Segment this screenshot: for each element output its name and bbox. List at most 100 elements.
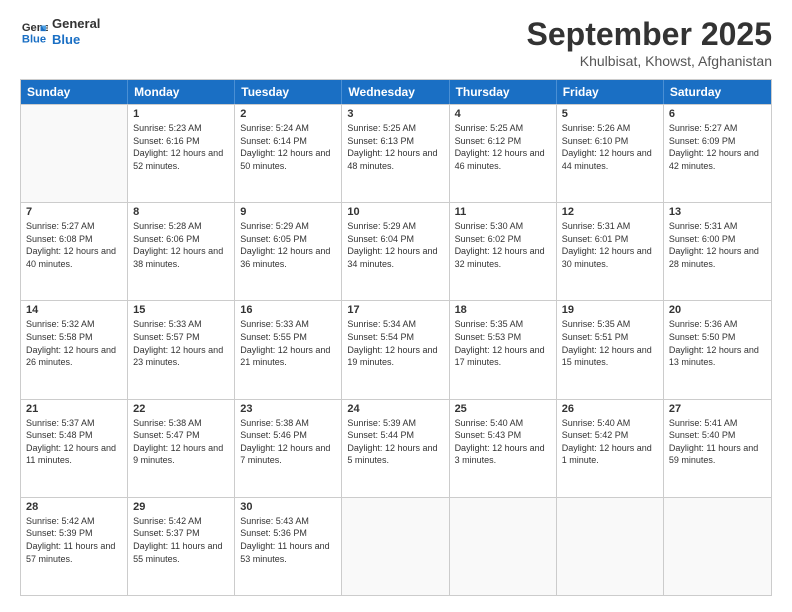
day-cell-15: 15 Sunrise: 5:33 AM Sunset: 5:57 PM Dayli… [128, 301, 235, 398]
calendar-header: Sunday Monday Tuesday Wednesday Thursday… [21, 80, 771, 104]
week-row-2: 7Sunrise: 5:27 AM Sunset: 6:08 PM Daylig… [21, 202, 771, 300]
calendar-body: 1 Sunrise: 5:23 AM Sunset: 6:16 PM Daylig… [21, 104, 771, 595]
day-info: Sunrise: 5:30 AM Sunset: 6:02 PM Dayligh… [455, 220, 551, 270]
day-cell-25: 25Sunrise: 5:40 AM Sunset: 5:43 PM Dayli… [450, 400, 557, 497]
day-number: 15 [133, 304, 229, 316]
day-cell-6: 6 Sunrise: 5:27 AM Sunset: 6:09 PM Daylig… [664, 105, 771, 202]
day-cell-18: 18Sunrise: 5:35 AM Sunset: 5:53 PM Dayli… [450, 301, 557, 398]
day-number: 28 [26, 501, 122, 513]
day-cell-19: 19Sunrise: 5:35 AM Sunset: 5:51 PM Dayli… [557, 301, 664, 398]
day-info: Sunrise: 5:37 AM Sunset: 5:48 PM Dayligh… [26, 417, 122, 467]
day-info: Sunrise: 5:42 AM Sunset: 5:39 PM Dayligh… [26, 515, 122, 565]
day-cell-24: 24 Sunrise: 5:39 AM Sunset: 5:44 PM Dayli… [342, 400, 449, 497]
day-info: Sunrise: 5:40 AM Sunset: 5:42 PM Dayligh… [562, 417, 658, 467]
day-number: 24 [347, 403, 443, 415]
day-info: Sunrise: 5:26 AM Sunset: 6:10 PM Dayligh… [562, 122, 658, 172]
day-info: Sunrise: 5:34 AM Sunset: 5:54 PM Dayligh… [347, 318, 443, 368]
day-info: Sunrise: 5:25 AM Sunset: 6:13 PM Dayligh… [347, 122, 443, 172]
day-number: 11 [455, 206, 551, 218]
calendar: Sunday Monday Tuesday Wednesday Thursday… [20, 79, 772, 596]
day-number: 21 [26, 403, 122, 415]
day-number: 1 [133, 108, 229, 120]
day-number: 7 [26, 206, 122, 218]
day-cell-32 [450, 498, 557, 595]
day-cell-20: 20 Sunrise: 5:36 AM Sunset: 5:50 PM Dayli… [664, 301, 771, 398]
day-info: Sunrise: 5:28 AM Sunset: 6:06 PM Dayligh… [133, 220, 229, 270]
week-row-1: 1 Sunrise: 5:23 AM Sunset: 6:16 PM Daylig… [21, 104, 771, 202]
day-info: Sunrise: 5:42 AM Sunset: 5:37 PM Dayligh… [133, 515, 229, 565]
header-saturday: Saturday [664, 80, 771, 104]
week-row-4: 21 Sunrise: 5:37 AM Sunset: 5:48 PM Dayli… [21, 399, 771, 497]
page: General Blue General Blue September 2025… [0, 0, 792, 612]
day-number: 8 [133, 206, 229, 218]
day-number: 12 [562, 206, 658, 218]
logo-blue: Blue [52, 32, 100, 48]
day-info: Sunrise: 5:29 AM Sunset: 6:04 PM Dayligh… [347, 220, 443, 270]
day-info: Sunrise: 5:36 AM Sunset: 5:50 PM Dayligh… [669, 318, 766, 368]
day-number: 29 [133, 501, 229, 513]
day-info: Sunrise: 5:38 AM Sunset: 5:46 PM Dayligh… [240, 417, 336, 467]
header-sunday: Sunday [21, 80, 128, 104]
day-number: 3 [347, 108, 443, 120]
day-cell-9: 9 Sunrise: 5:29 AM Sunset: 6:05 PM Daylig… [235, 203, 342, 300]
day-cell-26: 26Sunrise: 5:40 AM Sunset: 5:42 PM Dayli… [557, 400, 664, 497]
day-cell-34 [664, 498, 771, 595]
day-number: 10 [347, 206, 443, 218]
logo: General Blue General Blue [20, 16, 100, 47]
day-cell-1: 1 Sunrise: 5:23 AM Sunset: 6:16 PM Daylig… [128, 105, 235, 202]
day-cell-2: 2Sunrise: 5:24 AM Sunset: 6:14 PM Daylig… [235, 105, 342, 202]
day-cell-31 [342, 498, 449, 595]
day-info: Sunrise: 5:33 AM Sunset: 5:57 PM Dayligh… [133, 318, 229, 368]
header-tuesday: Tuesday [235, 80, 342, 104]
day-info: Sunrise: 5:24 AM Sunset: 6:14 PM Dayligh… [240, 122, 336, 172]
day-cell-0 [21, 105, 128, 202]
day-info: Sunrise: 5:27 AM Sunset: 6:09 PM Dayligh… [669, 122, 766, 172]
day-number: 6 [669, 108, 766, 120]
day-number: 27 [669, 403, 766, 415]
day-number: 30 [240, 501, 336, 513]
day-info: Sunrise: 5:32 AM Sunset: 5:58 PM Dayligh… [26, 318, 122, 368]
day-info: Sunrise: 5:29 AM Sunset: 6:05 PM Dayligh… [240, 220, 336, 270]
day-cell-30: 30 Sunrise: 5:43 AM Sunset: 5:36 PM Dayli… [235, 498, 342, 595]
logo-icon: General Blue [20, 18, 48, 46]
day-number: 14 [26, 304, 122, 316]
day-number: 16 [240, 304, 336, 316]
day-info: Sunrise: 5:25 AM Sunset: 6:12 PM Dayligh… [455, 122, 551, 172]
week-row-5: 28 Sunrise: 5:42 AM Sunset: 5:39 PM Dayli… [21, 497, 771, 595]
header-thursday: Thursday [450, 80, 557, 104]
day-info: Sunrise: 5:41 AM Sunset: 5:40 PM Dayligh… [669, 417, 766, 467]
day-info: Sunrise: 5:31 AM Sunset: 6:00 PM Dayligh… [669, 220, 766, 270]
day-info: Sunrise: 5:43 AM Sunset: 5:36 PM Dayligh… [240, 515, 336, 565]
day-cell-21: 21 Sunrise: 5:37 AM Sunset: 5:48 PM Dayli… [21, 400, 128, 497]
day-cell-16: 16Sunrise: 5:33 AM Sunset: 5:55 PM Dayli… [235, 301, 342, 398]
logo-general: General [52, 16, 100, 32]
day-cell-3: 3 Sunrise: 5:25 AM Sunset: 6:13 PM Daylig… [342, 105, 449, 202]
day-cell-13: 13Sunrise: 5:31 AM Sunset: 6:00 PM Dayli… [664, 203, 771, 300]
day-cell-10: 10 Sunrise: 5:29 AM Sunset: 6:04 PM Dayli… [342, 203, 449, 300]
day-cell-17: 17 Sunrise: 5:34 AM Sunset: 5:54 PM Dayli… [342, 301, 449, 398]
svg-text:Blue: Blue [22, 33, 46, 45]
day-cell-23: 23 Sunrise: 5:38 AM Sunset: 5:46 PM Dayli… [235, 400, 342, 497]
day-info: Sunrise: 5:38 AM Sunset: 5:47 PM Dayligh… [133, 417, 229, 467]
day-number: 9 [240, 206, 336, 218]
day-cell-27: 27 Sunrise: 5:41 AM Sunset: 5:40 PM Dayli… [664, 400, 771, 497]
day-info: Sunrise: 5:35 AM Sunset: 5:53 PM Dayligh… [455, 318, 551, 368]
day-cell-33 [557, 498, 664, 595]
subtitle: Khulbisat, Khowst, Afghanistan [527, 53, 772, 69]
day-cell-28: 28 Sunrise: 5:42 AM Sunset: 5:39 PM Dayli… [21, 498, 128, 595]
day-cell-4: 4 Sunrise: 5:25 AM Sunset: 6:12 PM Daylig… [450, 105, 557, 202]
day-number: 19 [562, 304, 658, 316]
day-cell-7: 7Sunrise: 5:27 AM Sunset: 6:08 PM Daylig… [21, 203, 128, 300]
day-number: 23 [240, 403, 336, 415]
day-number: 4 [455, 108, 551, 120]
header: General Blue General Blue September 2025… [20, 16, 772, 69]
day-cell-8: 8 Sunrise: 5:28 AM Sunset: 6:06 PM Daylig… [128, 203, 235, 300]
day-info: Sunrise: 5:39 AM Sunset: 5:44 PM Dayligh… [347, 417, 443, 467]
day-number: 17 [347, 304, 443, 316]
day-cell-12: 12Sunrise: 5:31 AM Sunset: 6:01 PM Dayli… [557, 203, 664, 300]
day-number: 20 [669, 304, 766, 316]
day-info: Sunrise: 5:23 AM Sunset: 6:16 PM Dayligh… [133, 122, 229, 172]
header-wednesday: Wednesday [342, 80, 449, 104]
day-cell-14: 14 Sunrise: 5:32 AM Sunset: 5:58 PM Dayli… [21, 301, 128, 398]
title-block: September 2025 Khulbisat, Khowst, Afghan… [527, 16, 772, 69]
